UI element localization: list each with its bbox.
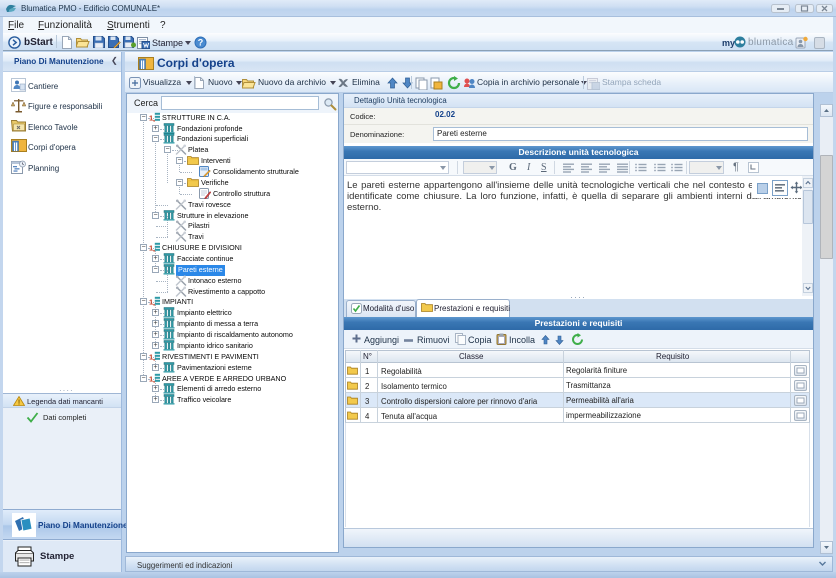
- svg-text:1: 1: [149, 244, 153, 253]
- svg-text:1: 1: [149, 298, 153, 307]
- svg-text:1: 1: [149, 375, 153, 384]
- svg-text:!: !: [18, 400, 20, 407]
- svg-text:1: 1: [149, 353, 153, 362]
- svg-text:1: 1: [149, 114, 153, 123]
- svg-text:?: ?: [198, 38, 204, 48]
